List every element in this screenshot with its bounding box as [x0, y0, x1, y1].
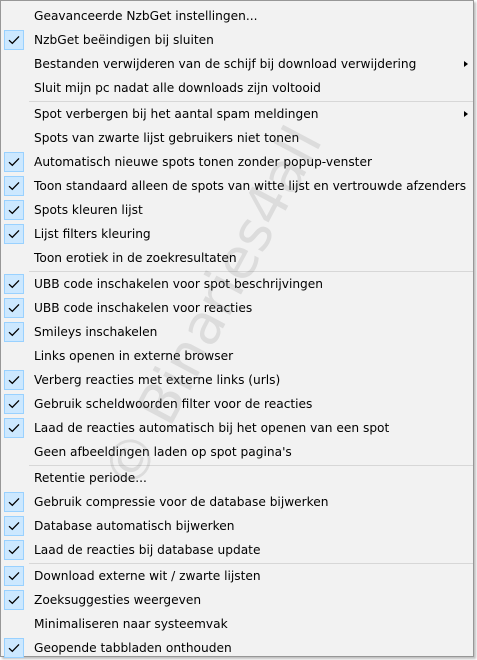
- checkmark-icon: [4, 152, 24, 172]
- menu-item-ubb-code-inschakelen-voor-spot-beschrijv[interactable]: UBB code inschakelen voor spot beschrijv…: [2, 273, 473, 295]
- check-placeholder: [4, 54, 24, 74]
- menu-item-label: NzbGet beëindigen bij sluiten: [34, 33, 214, 47]
- menu-item-label: Spot verbergen bij het aantal spam meldi…: [34, 107, 319, 121]
- menu-item-label: Geavanceerde NzbGet instellingen...: [34, 9, 258, 23]
- check-placeholder: [4, 614, 24, 634]
- menu-item-label: Toon standaard alleen de spots van witte…: [34, 179, 467, 193]
- menu-item-lijst-filters-kleuring[interactable]: Lijst filters kleuring: [2, 223, 473, 245]
- menu-item-label: Automatisch nieuwe spots tonen zonder po…: [34, 155, 372, 169]
- check-placeholder: [4, 128, 24, 148]
- context-menu: Geavanceerde NzbGet instellingen... NzbGe…: [0, 0, 474, 659]
- menu-item-verberg-reacties-met-externe-links-urls[interactable]: Verberg reacties met externe links (urls…: [2, 369, 473, 391]
- menu-item-automatisch-nieuwe-spots-tonen-zonder-po[interactable]: Automatisch nieuwe spots tonen zonder po…: [2, 151, 473, 173]
- menu-item-label: Links openen in externe browser: [34, 349, 234, 363]
- menu-item-label: Minimaliseren naar systeemvak: [34, 617, 228, 631]
- check-placeholder: [4, 78, 24, 98]
- menu-item-label: Database automatisch bijwerken: [34, 519, 235, 533]
- menu-item-geen-afbeeldingen-laden-op-spot-pagina-s[interactable]: Geen afbeeldingen laden op spot pagina's: [2, 441, 473, 463]
- menu-item-gebruik-compressie-voor-de-database-bijw[interactable]: Gebruik compressie voor de database bijw…: [2, 491, 473, 513]
- menu-item-laad-de-reacties-automatisch-bij-het-ope[interactable]: Laad de reacties automatisch bij het ope…: [2, 417, 473, 439]
- check-placeholder: [4, 346, 24, 366]
- checkmark-icon: [4, 30, 24, 50]
- check-placeholder: [4, 442, 24, 462]
- menu-item-links-openen-in-externe-browser[interactable]: Links openen in externe browser: [2, 345, 473, 367]
- menu-item-label: Gebruik scheldwoorden filter voor de rea…: [34, 397, 313, 411]
- menu-item-smileys-inschakelen[interactable]: Smileys inschakelen: [2, 321, 473, 343]
- checkmark-icon: [4, 200, 24, 220]
- menu-item-label: Laad de reacties automatisch bij het ope…: [34, 421, 390, 435]
- menu-item-zoeksuggesties-weergeven[interactable]: Zoeksuggesties weergeven: [2, 589, 473, 611]
- menu-item-label: Spots van zwarte lijst gebruikers niet t…: [34, 131, 300, 145]
- menu-item-laad-de-reacties-bij-database-update[interactable]: Laad de reacties bij database update: [2, 539, 473, 561]
- menu-separator: [29, 271, 473, 272]
- menu-item-label: Lijst filters kleuring: [34, 227, 151, 241]
- menu-item-geopende-tabbladen-onthouden[interactable]: Geopende tabbladen onthouden: [2, 637, 473, 659]
- checkmark-icon: [4, 590, 24, 610]
- menu-item-label: Laad de reacties bij database update: [34, 543, 261, 557]
- menu-item-gebruik-scheldwoorden-filter-voor-de-rea[interactable]: Gebruik scheldwoorden filter voor de rea…: [2, 393, 473, 415]
- menu-separator: [29, 563, 473, 564]
- menu-item-label: Bestanden verwijderen van de schijf bij …: [34, 57, 417, 71]
- menu-item-label: Smileys inschakelen: [34, 325, 158, 339]
- checkmark-icon: [4, 418, 24, 438]
- checkmark-icon: [4, 322, 24, 342]
- check-placeholder: [4, 468, 24, 488]
- menu-item-toon-erotiek-in-de-zoekresultaten[interactable]: Toon erotiek in de zoekresultaten: [2, 247, 473, 269]
- menu-item-geavanceerde-nzbget-instellingen[interactable]: Geavanceerde NzbGet instellingen...: [2, 5, 473, 27]
- menu-item-nzbget-beeindigen-bij-sluiten[interactable]: NzbGet beëindigen bij sluiten: [2, 29, 473, 51]
- menu-item-database-automatisch-bijwerken[interactable]: Database automatisch bijwerken: [2, 515, 473, 537]
- menu-item-label: Toon erotiek in de zoekresultaten: [34, 251, 237, 265]
- menu-separator: [29, 465, 473, 466]
- submenu-arrow-icon: [464, 111, 468, 117]
- menu-item-spots-kleuren-lijst[interactable]: Spots kleuren lijst: [2, 199, 473, 221]
- check-placeholder: [4, 104, 24, 124]
- menu-item-label: Sluit mijn pc nadat alle downloads zijn …: [34, 81, 321, 95]
- menu-item-label: Gebruik compressie voor de database bijw…: [34, 495, 329, 509]
- menu-item-sluit-mijn-pc-nadat-alle-downloads-zijn-[interactable]: Sluit mijn pc nadat alle downloads zijn …: [2, 77, 473, 99]
- menu-item-ubb-code-inschakelen-voor-reacties[interactable]: UBB code inschakelen voor reacties: [2, 297, 473, 319]
- checkmark-icon: [4, 298, 24, 318]
- checkmark-icon: [4, 516, 24, 536]
- menu-item-retentie-periode[interactable]: Retentie periode...: [2, 467, 473, 489]
- checkmark-icon: [4, 370, 24, 390]
- checkmark-icon: [4, 540, 24, 560]
- menu-item-bestanden-verwijderen-van-de-schijf-bij-[interactable]: Bestanden verwijderen van de schijf bij …: [2, 53, 473, 75]
- submenu-arrow-icon: [464, 61, 468, 67]
- check-placeholder: [4, 6, 24, 26]
- menu-item-label: Verberg reacties met externe links (urls…: [34, 373, 281, 387]
- menu-item-label: UBB code inschakelen voor spot beschrijv…: [34, 277, 324, 291]
- menu-item-minimaliseren-naar-systeemvak[interactable]: Minimaliseren naar systeemvak: [2, 613, 473, 635]
- menu-separator: [29, 101, 473, 102]
- menu-item-spot-verbergen-bij-het-aantal-spam-meldi[interactable]: Spot verbergen bij het aantal spam meldi…: [2, 103, 473, 125]
- menu-item-toon-standaard-alleen-de-spots-van-witte[interactable]: Toon standaard alleen de spots van witte…: [2, 175, 473, 197]
- checkmark-icon: [4, 176, 24, 196]
- checkmark-icon: [4, 492, 24, 512]
- menu-item-label: Download externe wit / zwarte lijsten: [34, 569, 261, 583]
- checkmark-icon: [4, 224, 24, 244]
- menu-item-label: Geopende tabbladen onthouden: [34, 641, 232, 655]
- menu-item-download-externe-wit-zwarte-lijsten[interactable]: Download externe wit / zwarte lijsten: [2, 565, 473, 587]
- menu-item-label: Geen afbeeldingen laden op spot pagina's: [34, 445, 292, 459]
- menu-item-spots-van-zwarte-lijst-gebruikers-niet-t[interactable]: Spots van zwarte lijst gebruikers niet t…: [2, 127, 473, 149]
- menu-item-label: Spots kleuren lijst: [34, 203, 143, 217]
- check-placeholder: [4, 248, 24, 268]
- checkmark-icon: [4, 274, 24, 294]
- checkmark-icon: [4, 638, 24, 658]
- menu-item-label: UBB code inschakelen voor reacties: [34, 301, 253, 315]
- checkmark-icon: [4, 394, 24, 414]
- menu-item-label: Retentie periode...: [34, 471, 147, 485]
- menu-item-label: Zoeksuggesties weergeven: [34, 593, 202, 607]
- checkmark-icon: [4, 566, 24, 586]
